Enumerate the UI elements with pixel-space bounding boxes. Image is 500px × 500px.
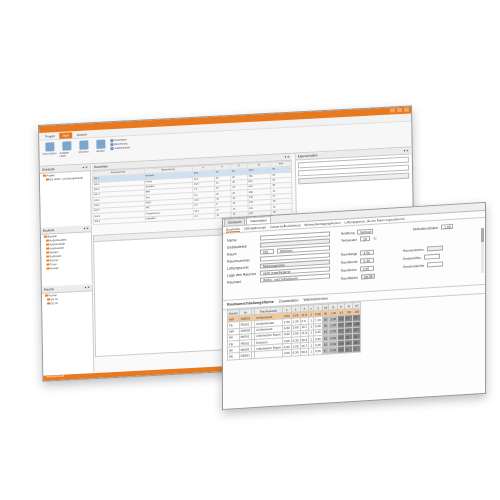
form-scrollbar[interactable] <box>481 227 484 274</box>
table-cell[interactable]: 0.20 <box>313 347 323 355</box>
raumbauteile-table: Bauteil Nr Raumbauteile b h An U Δθ fk H Φ ΦT AW AW0… <box>227 301 361 360</box>
ribbon-small-group: Raumdaten Berechnung Außenbauteile <box>110 137 144 160</box>
tab-zusatzdaten[interactable]: Zusatzdaten <box>279 298 299 303</box>
table-cell[interactable]: 28.4 <box>300 348 309 356</box>
table-cell[interactable] <box>254 350 283 358</box>
list-icon <box>61 141 71 151</box>
table-cell[interactable]: 0.0 <box>337 346 345 353</box>
table-cell[interactable]: 6.30 <box>291 349 300 356</box>
thermometer-icon: °C <box>373 236 377 241</box>
subtab-lueftungskonzept[interactable]: Lüftungskonzept <box>244 225 266 230</box>
menu-start[interactable]: Start <box>59 131 72 139</box>
close-icon[interactable] <box>403 107 410 112</box>
import-icon <box>44 142 54 152</box>
front-raumdaten-window: Startseite Raumdaten Geometrie Lüftungsk… <box>222 201 486 410</box>
menu-ansicht[interactable]: Ansicht <box>74 131 90 138</box>
ribbon-uebersicht-button[interactable]: Übersicht <box>76 140 90 162</box>
table-body: AW AW001 Außenwand 4.50 2.65 11.9 1 0.28 30 1.00 3… <box>227 308 361 360</box>
subtab-waerme[interactable]: Wärmeübertragung/Heizen <box>304 221 340 227</box>
scroll-thumb[interactable] <box>481 227 484 243</box>
deckenhoehe-field[interactable] <box>423 253 440 260</box>
raumflaeche-field[interactable]: 28.35 <box>361 273 376 280</box>
maximize-icon[interactable] <box>396 107 403 113</box>
raeume-panel: Räume ▾ ✕ Räume EG 01 EG 02 <box>41 284 95 375</box>
menu-projekt[interactable]: Projekt <box>42 132 57 139</box>
raumbreite-field[interactable]: 6.30 <box>360 257 375 264</box>
table-cell[interactable]: DE <box>227 352 240 360</box>
table-cell[interactable]: Abstellen <box>144 214 194 222</box>
folder-icon <box>42 174 46 178</box>
table-cell[interactable]: 0 <box>352 345 361 352</box>
table-cell[interactable]: DE001 <box>239 351 252 359</box>
ribbon-ausgabe-button[interactable]: Ausgabe Listen <box>59 141 73 163</box>
tab-raumdaten[interactable]: Raumdaten <box>246 216 271 225</box>
temperatur-field[interactable]: 20 <box>360 235 371 242</box>
geschosshoehe-field[interactable] <box>427 261 444 268</box>
ribbon-import-button[interactable]: Import Daten <box>42 142 56 164</box>
minimize-icon[interactable] <box>389 108 396 113</box>
table-cell[interactable]: 0 <box>344 345 353 353</box>
subtab-zusatz[interactable]: Zusatz-Aufheizleistung <box>270 223 300 229</box>
subtab-geometrie[interactable]: Geometrie <box>226 226 241 233</box>
belueftung-select[interactable]: beheizt <box>357 228 374 235</box>
tab-startseite[interactable]: Startseite <box>224 217 246 226</box>
table-cell[interactable]: 4.1 <box>193 212 216 220</box>
raumliste-panel: Raumliste ▾ ✕ Raumnummer Bezeichnung A V … <box>91 153 293 225</box>
structure-icon <box>95 139 105 149</box>
tab-waermebruecken[interactable]: Wärmebrücken <box>304 297 328 302</box>
raumlaenge-field[interactable]: 4.50 <box>360 249 375 256</box>
building-icon <box>45 178 49 181</box>
raumhoehe-field[interactable]: 2.65 <box>359 265 374 272</box>
ribbon-aussenbauteile[interactable]: Außenbauteile <box>110 145 144 151</box>
bauteile-panel: Bauteile ▾ ✕ Bauteile Außenbauteile Außen… <box>40 225 93 286</box>
gebaeude-panel: Gebäude ▾ ✕ Projekt EG Wohn- und Bürogebä… <box>39 164 92 227</box>
ribbon-struktur-button[interactable]: Struktur <box>93 139 107 161</box>
raum-nr-field[interactable]: 001 <box>260 248 274 255</box>
table-cell[interactable]: 0.00 <box>328 346 338 354</box>
table-cell[interactable]: 4.50 <box>282 349 292 357</box>
overview-icon <box>78 140 88 150</box>
raumvolumen-field[interactable] <box>426 245 443 252</box>
tab-raumumschliessung[interactable]: Raumumschließungsfläche <box>227 300 274 307</box>
modulationsfaktor-field[interactable]: 1.00 <box>441 223 454 230</box>
